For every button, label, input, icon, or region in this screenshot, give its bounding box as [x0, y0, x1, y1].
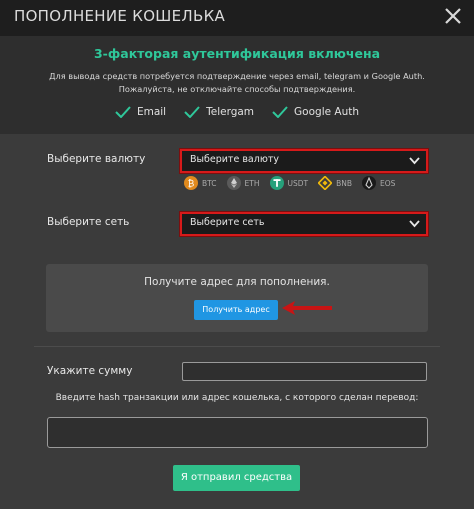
address-panel: Получите адрес для пополнения. Получить … [46, 264, 428, 332]
auth-panel: 3-факторая аутентификация включена Для в… [0, 36, 474, 134]
method-email-label: Email [136, 106, 167, 118]
auth-methods: Email Telergam Google Auth [0, 106, 474, 118]
method-telegram: Telergam [184, 106, 254, 118]
coin-eth-label: ETH [244, 178, 260, 188]
method-google-auth-label: Google Auth [294, 106, 360, 118]
arrow-left-icon [282, 301, 332, 315]
currency-select-value: Выберите валюту [190, 154, 279, 165]
chevron-down-icon [409, 157, 420, 165]
divider [34, 346, 440, 347]
coin-bnb[interactable]: BNB [318, 176, 352, 190]
network-label: Выберите сеть [47, 216, 130, 228]
coin-list: ₿ BTC ETH USDT BNB EOS [184, 176, 395, 190]
coin-eos-label: EOS [380, 178, 396, 188]
network-select[interactable]: Выберите сеть [180, 212, 428, 236]
tether-icon [269, 176, 284, 190]
close-icon[interactable] [440, 3, 466, 29]
amount-input[interactable] [182, 362, 427, 381]
bitcoin-icon: ₿ [184, 176, 198, 190]
check-icon [115, 106, 131, 118]
method-telegram-label: Telergam [206, 106, 255, 118]
coin-btc-label: BTC [202, 178, 217, 188]
amount-label: Укажите сумму [47, 365, 133, 377]
network-select-value: Выберите сеть [190, 217, 265, 228]
auth-description: Для вывода средств потребуется подтвержд… [49, 71, 425, 94]
currency-select[interactable]: Выберите валюту [180, 149, 428, 173]
coin-usdt-label: USDT [287, 178, 309, 188]
method-google-auth: Google Auth [272, 106, 359, 118]
hash-input[interactable] [47, 417, 428, 448]
check-icon [184, 106, 200, 118]
get-address-button[interactable]: Получить адрес [194, 300, 278, 320]
hash-label: Введите hash транзакции или адрес кошель… [55, 393, 419, 403]
chevron-down-icon [409, 220, 420, 228]
coin-bnb-label: BNB [336, 178, 353, 188]
coin-btc[interactable]: ₿ BTC [184, 176, 217, 190]
title-bar: ПОПОЛНЕНИЕ КОШЕЛЬКА [0, 0, 474, 36]
coin-usdt[interactable]: USDT [269, 176, 309, 190]
submit-button[interactable]: Я отправил средства [173, 465, 300, 491]
auth-title: 3-факторая аутентификация включена [93, 46, 381, 61]
check-icon [272, 106, 288, 118]
coin-eos[interactable]: EOS [362, 176, 395, 190]
svg-text:₿: ₿ [188, 179, 195, 190]
address-prompt: Получите адрес для пополнения. [144, 276, 330, 288]
method-email: Email [115, 106, 166, 118]
ethereum-icon [226, 176, 241, 190]
window-title: ПОПОЛНЕНИЕ КОШЕЛЬКА [14, 7, 226, 25]
binance-icon [318, 176, 333, 190]
currency-label: Выберите валюту [47, 153, 146, 165]
coin-eth[interactable]: ETH [226, 176, 260, 190]
eos-icon [362, 176, 377, 190]
